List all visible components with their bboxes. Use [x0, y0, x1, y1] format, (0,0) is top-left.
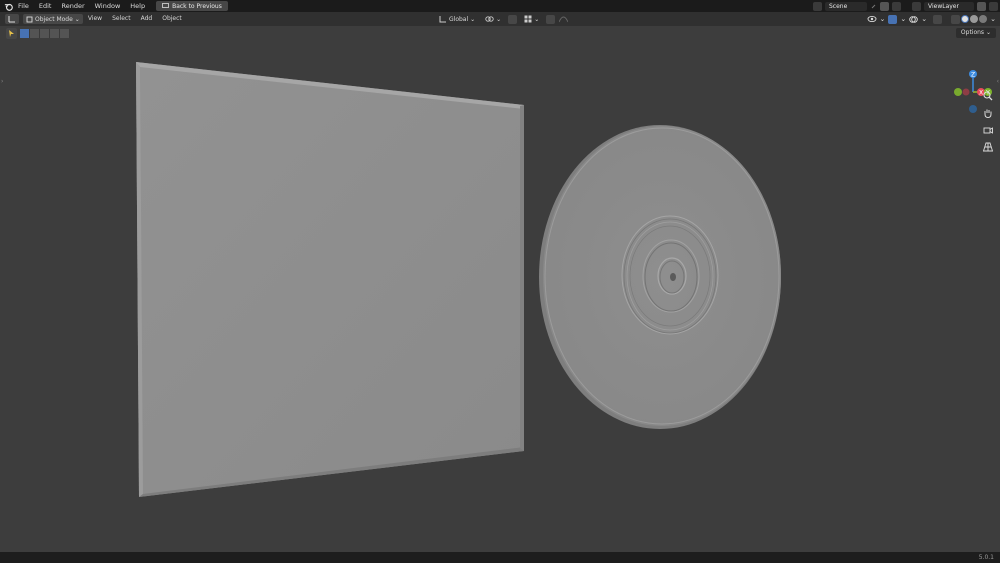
pan-hand-icon[interactable]	[981, 106, 995, 120]
orientation-label: Global	[449, 15, 469, 23]
snap-target-dropdown[interactable]: ⌄	[521, 14, 542, 24]
scene-field[interactable]: Scene	[825, 1, 867, 11]
menu-help[interactable]: Help	[125, 0, 150, 12]
shading-modes	[951, 14, 988, 24]
link-icon	[485, 16, 494, 22]
center-tools: Global ⌄ ⌄ ⌄	[436, 14, 569, 24]
back-to-previous-button[interactable]: Back to Previous	[156, 1, 228, 11]
screen-icon	[162, 3, 169, 8]
orientation-icon	[439, 16, 446, 23]
right-tools: ⌄ ⌄ ⌄ ⌄	[867, 14, 996, 24]
grid-icon	[524, 15, 532, 23]
status-bar: 5.0.1	[0, 552, 1000, 563]
navigation-buttons	[981, 89, 995, 154]
view-layer-icon[interactable]	[912, 1, 921, 11]
scene-icon[interactable]	[813, 1, 822, 11]
menu-select[interactable]: Select	[107, 12, 136, 26]
viewport-header: Object Mode ⌄ View Select Add Object Glo…	[0, 12, 1000, 26]
object-mode-icon	[26, 16, 33, 22]
mode-dropdown[interactable]: Object Mode ⌄	[23, 14, 83, 24]
menu-edit[interactable]: Edit	[34, 0, 57, 12]
editor-type-button[interactable]	[5, 14, 19, 24]
menu-file[interactable]: File	[13, 0, 34, 12]
perspective-grid-icon[interactable]	[981, 140, 995, 154]
pin-icon[interactable]	[870, 3, 877, 10]
pivot-dropdown[interactable]: ⌄	[482, 14, 504, 24]
snap-toggle-icon[interactable]	[508, 14, 518, 24]
menu-object[interactable]: Object	[157, 12, 187, 26]
chevron-down-icon[interactable]: ⌄	[880, 15, 886, 23]
chevron-down-icon[interactable]: ⌄	[900, 15, 906, 23]
mode-label: Object Mode	[35, 15, 73, 23]
delete-scene-icon[interactable]	[892, 1, 901, 11]
rendered-shading-icon[interactable]	[979, 14, 988, 23]
menu-add[interactable]: Add	[136, 12, 158, 26]
material-shading-icon[interactable]	[970, 14, 979, 23]
chevron-down-icon: ⌄	[470, 15, 476, 23]
chevron-down-icon: ⌄	[534, 15, 540, 23]
visibility-icon[interactable]	[867, 15, 877, 23]
falloff-icon[interactable]	[559, 15, 569, 23]
overlays-icon[interactable]	[909, 15, 918, 24]
scene-canvas	[136, 62, 781, 497]
menu-window[interactable]: Window	[90, 0, 126, 12]
menu-render[interactable]: Render	[56, 0, 89, 12]
new-view-layer-icon[interactable]	[977, 1, 986, 11]
xray-toggle-icon[interactable]	[933, 14, 943, 24]
zoom-icon[interactable]	[981, 89, 995, 103]
new-scene-icon[interactable]	[880, 1, 889, 11]
view-layer-field[interactable]: ViewLayer	[924, 1, 974, 11]
chevron-down-icon[interactable]: ⌄	[921, 15, 927, 23]
gizmo-toggle-icon[interactable]	[888, 14, 898, 24]
blender-logo-icon[interactable]	[3, 1, 13, 11]
wireframe-shading-icon[interactable]	[951, 14, 961, 24]
chevron-down-icon: ⌄	[74, 15, 80, 23]
axis-icon	[8, 16, 15, 23]
delete-view-layer-icon[interactable]	[989, 1, 998, 11]
menu-view[interactable]: View	[83, 12, 107, 26]
record-sleeve-object[interactable]	[136, 62, 524, 497]
proportional-edit-icon[interactable]	[546, 14, 556, 24]
top-bar: File Edit Render Window Help Back to Pre…	[0, 0, 1000, 12]
solid-shading-icon[interactable]	[961, 14, 970, 23]
gizmo-z-label: Z	[971, 71, 975, 78]
3d-viewport[interactable]: › ‹ Z X Y	[0, 26, 1000, 552]
transform-orientation-dropdown[interactable]: Global ⌄	[436, 14, 478, 24]
topbar-right: Scene ViewLayer	[813, 0, 1000, 12]
chevron-down-icon[interactable]: ⌄	[990, 15, 996, 23]
camera-view-icon[interactable]	[981, 123, 995, 137]
chevron-down-icon: ⌄	[496, 15, 502, 23]
vinyl-disc-object[interactable]	[539, 125, 781, 429]
back-to-previous-label: Back to Previous	[172, 2, 222, 10]
version-label: 5.0.1	[978, 554, 994, 561]
